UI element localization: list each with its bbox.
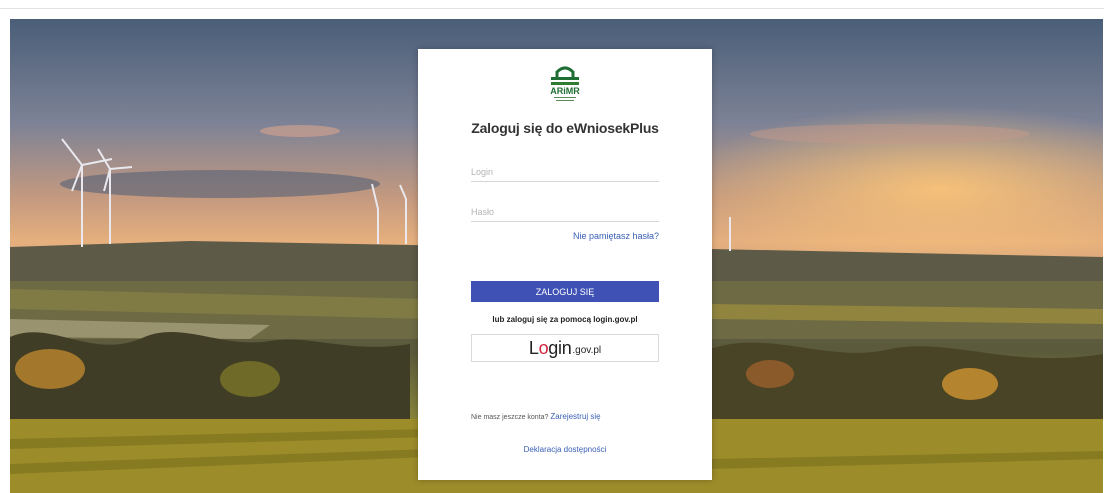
top-bar: [0, 0, 1104, 9]
alt-login-text: lub zaloguj się za pomocą login.gov.pl: [492, 315, 638, 324]
page-title: Zaloguj się do eWniosekPlus: [471, 120, 659, 136]
register-row: Nie masz jeszcze konta? Zarejestruj się: [471, 412, 601, 421]
svg-text:ARiMR: ARiMR: [550, 86, 580, 96]
accessibility-declaration-link[interactable]: Deklaracja dostępności: [524, 445, 607, 454]
login-gov-button[interactable]: Login .gov.pl: [471, 334, 659, 362]
arimr-logo: ARiMR: [550, 66, 580, 101]
login-input[interactable]: [471, 162, 659, 182]
forgot-password-link[interactable]: Nie pamiętasz hasła?: [573, 231, 659, 241]
no-account-text: Nie masz jeszcze konta?: [471, 414, 549, 421]
login-card: ARiMR Zaloguj się do eWniosekPlus Nie pa…: [418, 49, 712, 480]
register-link[interactable]: Zarejestruj się: [550, 412, 600, 421]
login-gov-logo: Login: [528, 337, 572, 358]
declaration-row: Deklaracja dostępności: [418, 445, 712, 454]
login-button[interactable]: ZALOGUJ SIĘ: [471, 281, 659, 302]
password-input[interactable]: [471, 202, 659, 222]
